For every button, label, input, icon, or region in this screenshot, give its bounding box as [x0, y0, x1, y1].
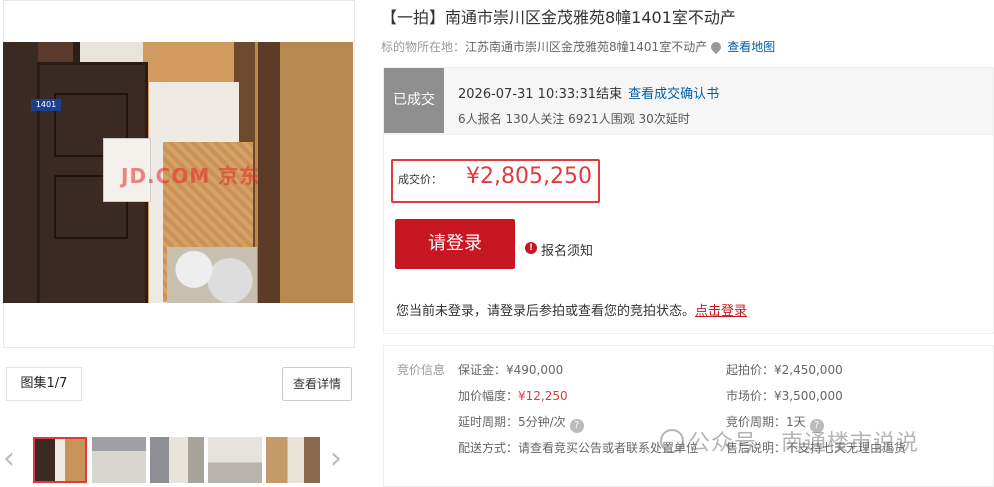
main-photo[interactable]: 1401 JD.COM 京东	[3, 42, 353, 303]
listing-title: 【一拍】南通市崇川区金茂雅苑8幢1401室不动产	[381, 8, 736, 27]
view-map-link[interactable]: 查看地图	[727, 40, 775, 54]
map-pin-icon	[709, 39, 724, 55]
thumbnail-3[interactable]	[150, 437, 204, 483]
login-button[interactable]: 请登录	[395, 219, 515, 269]
chevron-left-icon[interactable]: ‹	[3, 444, 15, 474]
end-time: 2026-07-31 10:33:31结束	[458, 87, 623, 102]
gallery-counter: 图集1/7	[6, 367, 82, 401]
location-line: 标的物所在地：江苏南通市崇川区金茂雅苑8幢1401室不动产 查看地图	[381, 38, 775, 55]
start-price: 起拍价：¥2,450,000	[726, 363, 843, 377]
deal-price-label: 成交价：	[398, 173, 442, 186]
click-login-link[interactable]: 点击登录	[695, 304, 747, 319]
extension-text: 延时周期：5分钟/次	[458, 415, 566, 429]
end-time-line: 2026-07-31 10:33:31结束 查看成交确认书	[458, 83, 719, 102]
thumbnail-2[interactable]	[92, 437, 146, 483]
deposit: 保证金：¥490,000	[458, 363, 564, 377]
help-icon[interactable]: ?	[569, 419, 584, 433]
registration-notice-link[interactable]: 报名须知	[541, 240, 593, 259]
view-details-button[interactable]: 查看详情	[282, 367, 352, 401]
location-label: 标的物所在地：	[381, 40, 466, 54]
login-hint-text: 您当前未登录，请登录后参拍或查看您的竞拍状态。	[396, 304, 696, 319]
status-badge: 已成交	[384, 68, 444, 133]
chevron-right-icon[interactable]: ›	[330, 444, 342, 474]
auction-stats: 6人报名 130人关注 6921人围观 30次延时	[458, 112, 690, 126]
warning-icon: !	[525, 242, 537, 254]
deal-price-value: ¥2,805,250	[466, 164, 592, 189]
login-hint: 您当前未登录，请登录后参拍或查看您的竞拍状态。点击登录	[396, 300, 747, 319]
wechat-logo-icon	[660, 429, 684, 453]
photo-watermark: JD.COM 京东	[121, 164, 261, 188]
location-address: 江苏南通市崇川区金茂雅苑8幢1401室不动产	[465, 40, 708, 54]
extension-period: 延时周期：5分钟/次?	[458, 413, 584, 433]
increment: 加价幅度：¥12,250	[458, 387, 568, 404]
thumbnail-1[interactable]	[33, 437, 87, 483]
increment-label: 加价幅度：	[458, 389, 519, 403]
door-number-sign: 1401	[31, 99, 61, 111]
confirmation-link[interactable]: 查看成交确认书	[628, 87, 719, 102]
market-price: 市场价：¥3,500,000	[726, 389, 843, 403]
bid-info-title: 竞价信息	[397, 363, 446, 377]
increment-value: ¥12,250	[518, 389, 568, 403]
watermark-text: 公众号 · 南通楼市说说	[688, 431, 919, 456]
thumbnail-5[interactable]	[266, 437, 320, 483]
thumbnail-4[interactable]	[208, 437, 262, 483]
wechat-watermark: 公众号 · 南通楼市说说	[660, 425, 919, 457]
